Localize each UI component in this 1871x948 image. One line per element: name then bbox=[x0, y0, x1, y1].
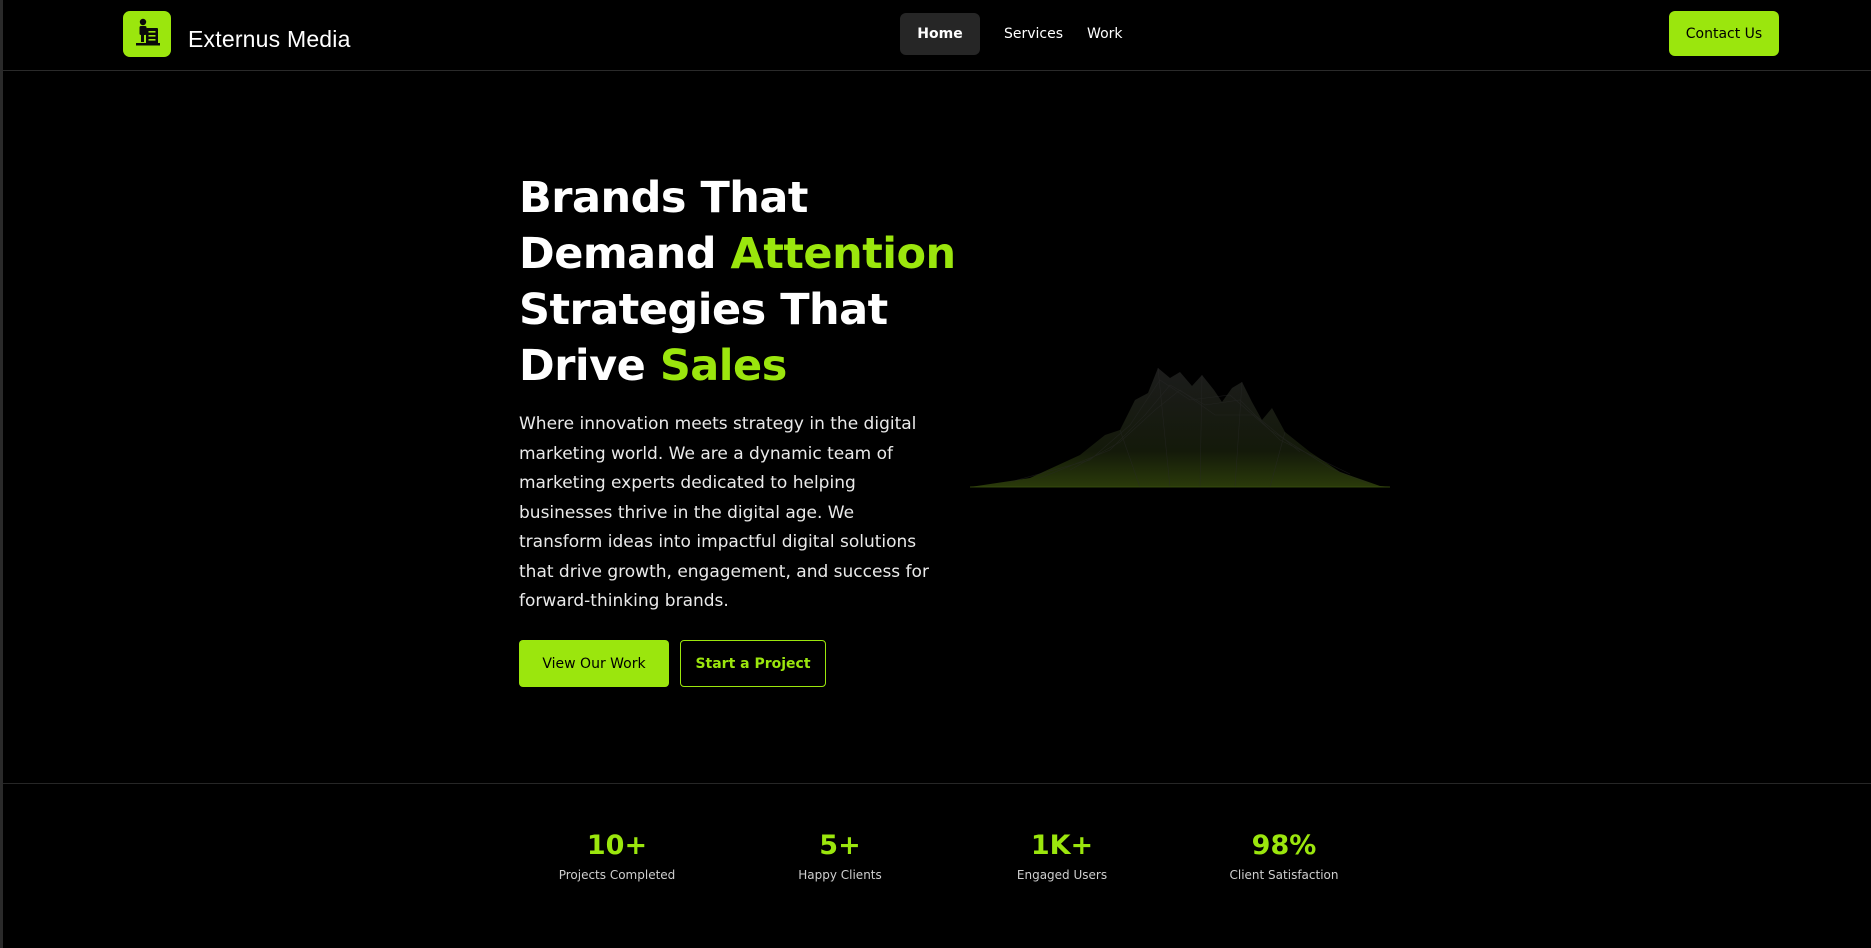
nav-item-work[interactable]: Work bbox=[1075, 13, 1134, 55]
stat-client-satisfaction: 98% Client Satisfaction bbox=[1184, 828, 1384, 882]
stat-value: 10+ bbox=[586, 830, 648, 861]
hero-description: Where innovation meets strategy in the d… bbox=[519, 414, 929, 611]
site-header: Externus Media Home Services Work Contac… bbox=[3, 0, 1871, 71]
stat-label: Projects Completed bbox=[558, 868, 676, 882]
contact-us-button[interactable]: Contact Us bbox=[1669, 11, 1779, 56]
stat-value: 98% bbox=[1251, 830, 1317, 861]
hero-title: Brands That Demand Attention Strategies … bbox=[519, 170, 979, 394]
hero-title-line-3: Strategies That bbox=[519, 285, 888, 335]
hero-title-line-4: Drive bbox=[519, 341, 660, 391]
logo[interactable] bbox=[123, 11, 171, 57]
stat-projects-completed: 10+ Projects Completed bbox=[517, 828, 717, 882]
start-a-project-button[interactable]: Start a Project bbox=[680, 640, 826, 687]
stat-value: 1K+ bbox=[1030, 830, 1094, 861]
nav-item-services[interactable]: Services bbox=[992, 13, 1075, 55]
mountain-wireframe-graphic bbox=[970, 360, 1390, 504]
stat-label: Client Satisfaction bbox=[1229, 868, 1339, 882]
hero-title-accent-sales: Sales bbox=[659, 341, 787, 391]
window-edge bbox=[0, 0, 3, 948]
stat-value: 5+ bbox=[819, 830, 861, 861]
main-nav: Home Services Work bbox=[900, 13, 1135, 55]
nav-item-home[interactable]: Home bbox=[900, 13, 980, 55]
stats-divider bbox=[3, 783, 1871, 784]
podium-speaker-icon bbox=[133, 17, 161, 51]
view-our-work-button[interactable]: View Our Work bbox=[519, 640, 669, 687]
hero-title-accent-attention: Attention bbox=[730, 229, 957, 279]
stat-happy-clients: 5+ Happy Clients bbox=[740, 828, 940, 882]
hero-title-line-2: Demand bbox=[519, 229, 731, 279]
stat-label: Happy Clients bbox=[798, 868, 882, 882]
hero-title-line-1: Brands That bbox=[519, 173, 808, 223]
stat-label: Engaged Users bbox=[1016, 868, 1108, 882]
brand-name[interactable]: Externus Media bbox=[188, 26, 351, 53]
stat-engaged-users: 1K+ Engaged Users bbox=[962, 828, 1162, 882]
